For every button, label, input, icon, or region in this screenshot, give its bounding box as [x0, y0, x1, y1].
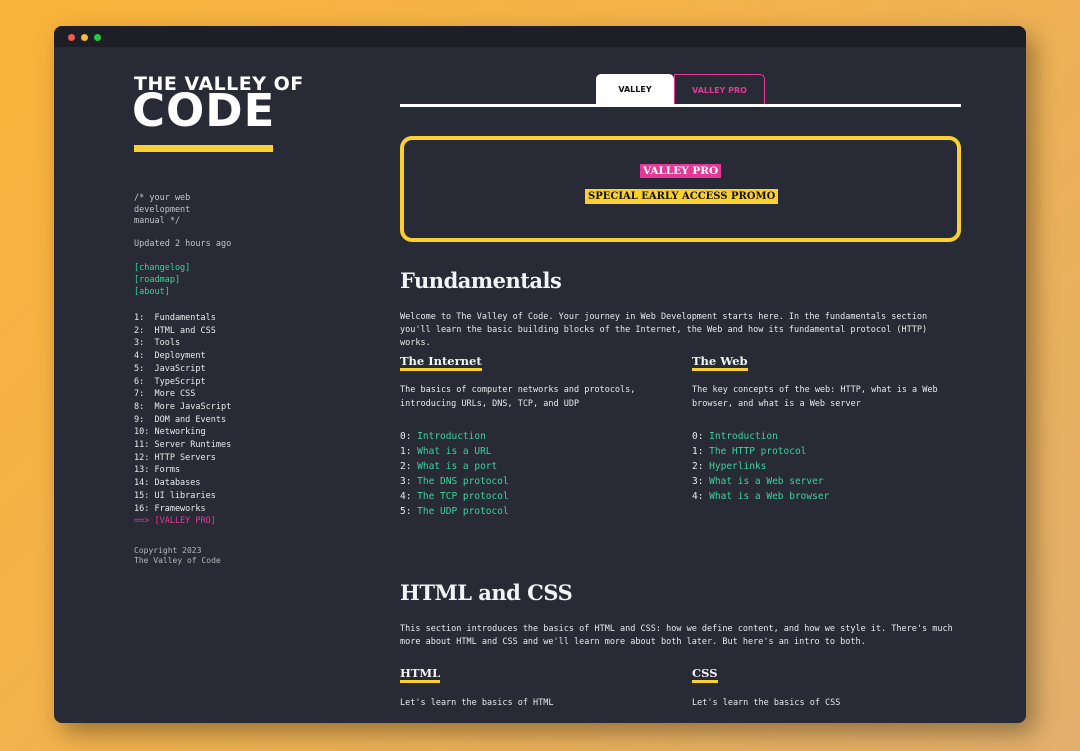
lesson-index: 1: [692, 446, 710, 457]
html-description: Let's learn the basics of HTML [400, 698, 554, 708]
lesson-index: 4: [692, 491, 710, 502]
toc-item-deployment[interactable]: 4: Deployment [134, 350, 231, 363]
copyright-owner: The Valley of Code [134, 555, 221, 565]
list-item: 0: Introduction [400, 429, 509, 444]
list-item: 5: The UDP protocol [400, 504, 509, 519]
list-item: 1: What is a URL [400, 444, 509, 459]
window-titlebar [54, 26, 1026, 47]
lesson-index: 3: [400, 476, 418, 487]
lesson-link[interactable]: The TCP protocol [417, 491, 509, 502]
lesson-link[interactable]: Introduction [417, 431, 486, 442]
toc-item-dom-events[interactable]: 9: DOM and Events [134, 414, 231, 427]
html-css-intro: This section introduces the basics of HT… [400, 624, 953, 647]
list-item: 2: Hyperlinks [692, 459, 829, 474]
lesson-index: 0: [692, 431, 710, 442]
web-lesson-list: 0: Introduction 1: The HTTP protocol 2: … [692, 429, 829, 504]
internet-lesson-list: 0: Introduction 1: What is a URL 2: What… [400, 429, 509, 519]
lesson-link[interactable]: Hyperlinks [709, 461, 766, 472]
browser-window: THE VALLEY OF CODE /* your web developme… [54, 26, 1026, 723]
lesson-link[interactable]: The UDP protocol [417, 506, 509, 517]
lesson-link[interactable]: What is a URL [417, 446, 491, 457]
toc-item-http-servers[interactable]: 12: HTTP Servers [134, 452, 231, 465]
roadmap-link[interactable]: [roadmap] [134, 274, 190, 286]
lesson-link[interactable]: Introduction [709, 431, 778, 442]
list-item: 3: The DNS protocol [400, 474, 509, 489]
lesson-link[interactable]: What is a Web server [709, 476, 823, 487]
fundamentals-intro: Welcome to The Valley of Code. Your jour… [400, 312, 928, 348]
toc-item-networking[interactable]: 10: Networking [134, 426, 231, 439]
edition-tabs: VALLEY VALLEY PRO [596, 74, 765, 105]
lesson-index: 0: [400, 431, 418, 442]
lesson-link[interactable]: What is a port [417, 461, 497, 472]
toc-item-tools[interactable]: 3: Tools [134, 337, 231, 350]
toc-item-more-javascript[interactable]: 8: More JavaScript [134, 401, 231, 414]
sidebar-links: [changelog] [roadmap] [about] [134, 262, 190, 298]
promo-subtitle[interactable]: SPECIAL EARLY ACCESS PROMO [585, 189, 779, 204]
promo-badge[interactable]: VALLEY PRO [640, 164, 722, 178]
css-description: Let's learn the basics of CSS [692, 698, 841, 708]
list-item: 3: What is a Web server [692, 474, 829, 489]
toc-item-typescript[interactable]: 6: TypeScript [134, 376, 231, 389]
toc-item-valley-pro[interactable]: ==> [VALLEY PRO] [134, 515, 231, 528]
lesson-link[interactable]: What is a Web browser [709, 491, 829, 502]
list-item: 2: What is a port [400, 459, 509, 474]
internet-description: The basics of computer networks and prot… [400, 385, 636, 409]
copyright-year: Copyright 2023 [134, 546, 202, 555]
subsection-title-internet[interactable]: The Internet [400, 354, 482, 371]
subsection-title-html[interactable]: HTML [400, 666, 441, 683]
web-description: The key concepts of the web: HTTP, what … [692, 385, 938, 409]
toc-item-forms[interactable]: 13: Forms [134, 464, 231, 477]
subsection-title-web[interactable]: The Web [692, 354, 748, 371]
list-item: 4: What is a Web browser [692, 489, 829, 504]
toc-item-more-css[interactable]: 7: More CSS [134, 388, 231, 401]
section-title-fundamentals: Fundamentals [400, 268, 562, 293]
list-item: 4: The TCP protocol [400, 489, 509, 504]
site-tagline: /* your web development manual */ [134, 193, 191, 226]
lesson-link[interactable]: The DNS protocol [417, 476, 509, 487]
lesson-index: 2: [400, 461, 418, 472]
list-item: 0: Introduction [692, 429, 829, 444]
tab-valley-pro[interactable]: VALLEY PRO [674, 74, 765, 105]
lesson-index: 3: [692, 476, 710, 487]
lesson-index: 5: [400, 506, 418, 517]
lesson-index: 2: [692, 461, 710, 472]
maximize-window-button[interactable] [94, 34, 101, 41]
close-window-button[interactable] [68, 34, 75, 41]
toc-item-javascript[interactable]: 5: JavaScript [134, 363, 231, 376]
tab-valley[interactable]: VALLEY [596, 74, 674, 105]
toc-item-fundamentals[interactable]: 1: Fundamentals [134, 312, 231, 325]
updated-timestamp: Updated 2 hours ago [134, 239, 232, 249]
toc-item-ui-libraries[interactable]: 15: UI libraries [134, 490, 231, 503]
toc-item-html-css[interactable]: 2: HTML and CSS [134, 325, 231, 338]
promo-banner[interactable]: VALLEY PRO SPECIAL EARLY ACCESS PROMO [400, 136, 961, 242]
lesson-link[interactable]: The HTTP protocol [709, 446, 806, 457]
list-item: 1: The HTTP protocol [692, 444, 829, 459]
subsection-title-css[interactable]: CSS [692, 666, 718, 683]
toc-item-databases[interactable]: 14: Databases [134, 477, 231, 490]
logo-code-text[interactable]: CODE [132, 86, 275, 136]
copyright: Copyright 2023 The Valley of Code [134, 546, 221, 565]
lesson-index: 4: [400, 491, 418, 502]
section-title-html-css: HTML and CSS [400, 580, 573, 605]
tabs-underline [400, 104, 961, 107]
table-of-contents: 1: Fundamentals 2: HTML and CSS 3: Tools… [134, 312, 231, 528]
toc-item-frameworks[interactable]: 16: Frameworks [134, 503, 231, 516]
minimize-window-button[interactable] [81, 34, 88, 41]
toc-item-server-runtimes[interactable]: 11: Server Runtimes [134, 439, 231, 452]
about-link[interactable]: [about] [134, 286, 190, 298]
logo-underline [134, 145, 273, 152]
changelog-link[interactable]: [changelog] [134, 262, 190, 274]
lesson-index: 1: [400, 446, 418, 457]
